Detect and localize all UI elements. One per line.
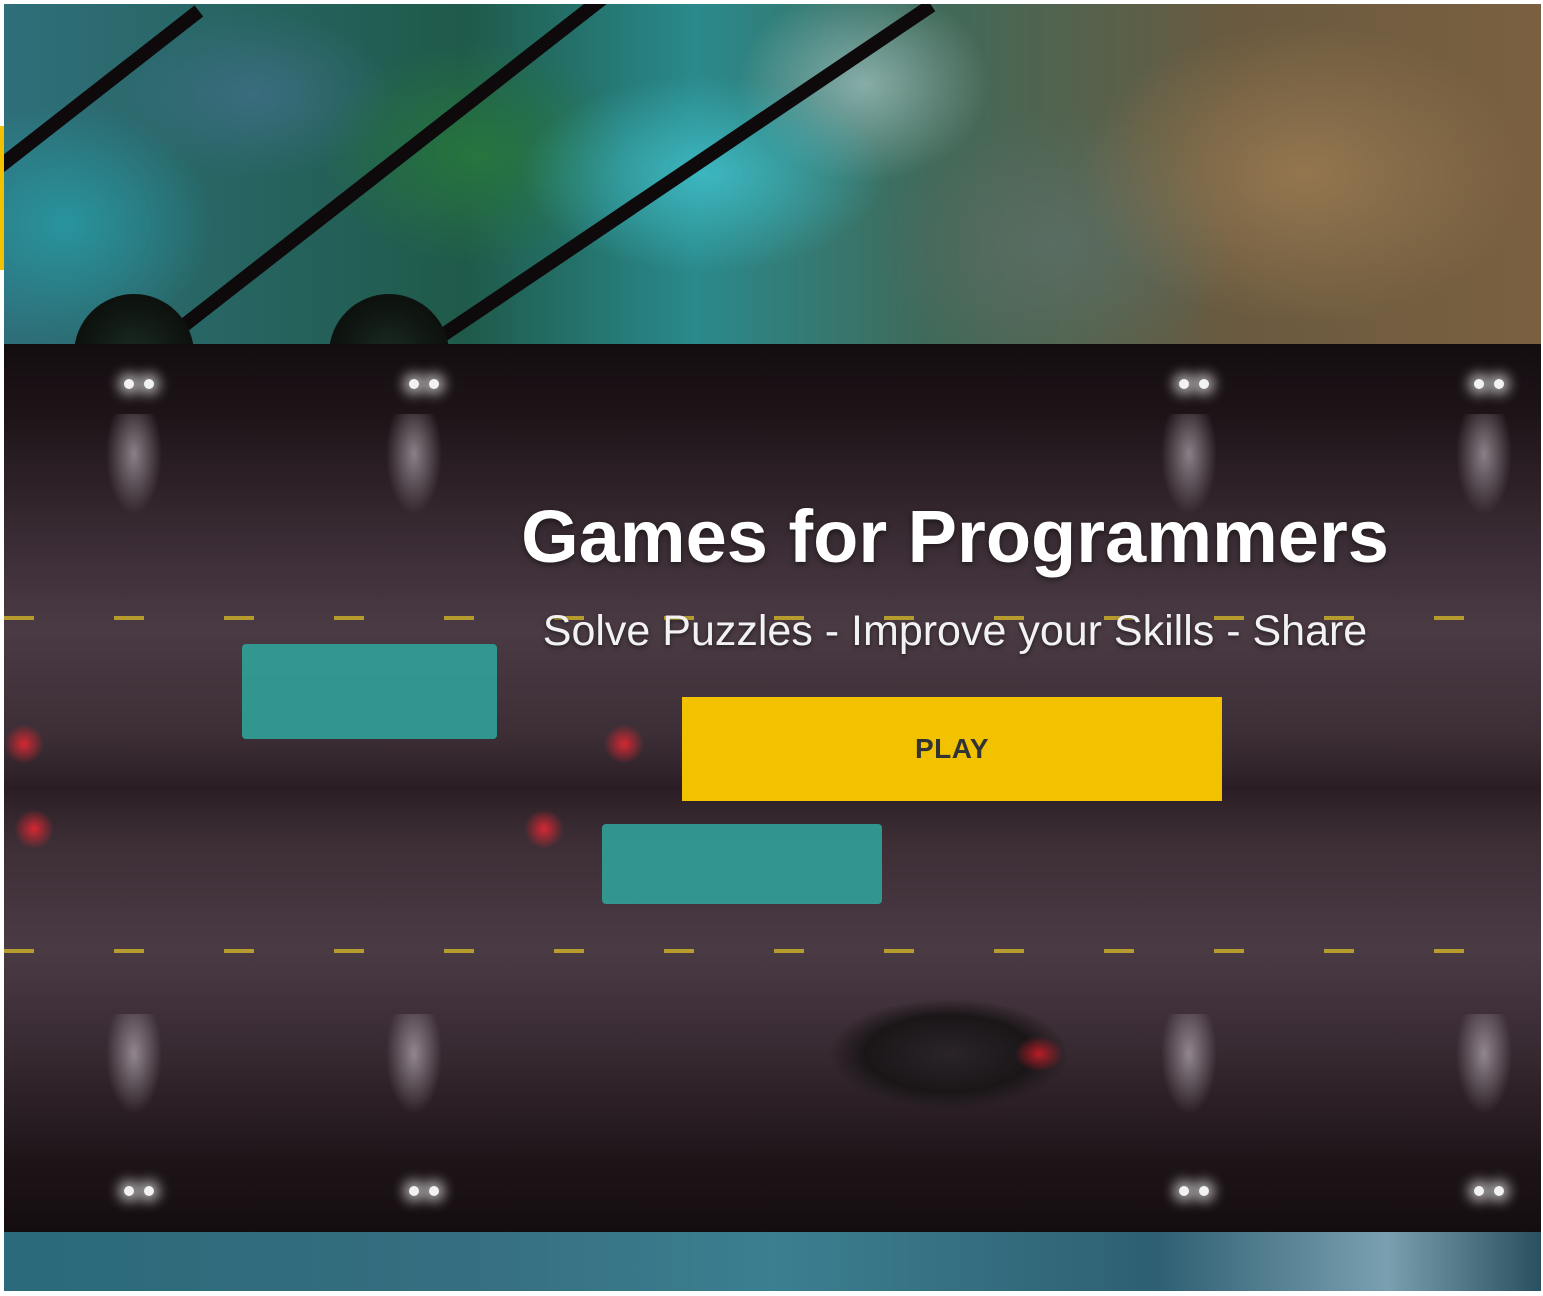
street-lamp-glow <box>99 414 169 564</box>
motorcycle-sprite <box>799 989 1079 1119</box>
street-lamp-glow <box>1154 1014 1224 1164</box>
light-dot <box>1474 1186 1484 1196</box>
background-aerial-bottom <box>4 1232 1541 1291</box>
light-dot <box>1199 379 1209 389</box>
light-dot <box>409 1186 419 1196</box>
red-light-glow <box>4 724 44 764</box>
street-lamp-glow <box>1449 1014 1519 1164</box>
light-dot <box>1199 1186 1209 1196</box>
light-dot <box>429 1186 439 1196</box>
light-dot <box>1179 1186 1189 1196</box>
light-dot <box>144 1186 154 1196</box>
light-dot <box>144 379 154 389</box>
light-dot <box>1494 1186 1504 1196</box>
hero-subtitle: Solve Puzzles - Improve your Skills - Sh… <box>542 607 1368 655</box>
red-light-glow <box>14 809 54 849</box>
red-light-glow <box>524 809 564 849</box>
light-dot <box>429 379 439 389</box>
light-dot <box>1494 379 1504 389</box>
light-dot <box>409 379 419 389</box>
light-dot <box>124 379 134 389</box>
street-lamp-glow <box>379 414 449 564</box>
light-dot <box>1474 379 1484 389</box>
street-lamp-glow <box>1449 414 1519 564</box>
hero-title: Games for Programmers <box>521 495 1389 578</box>
light-dot <box>124 1186 134 1196</box>
teal-patch <box>602 824 882 904</box>
street-lamp-glow <box>99 1014 169 1164</box>
teal-patch <box>242 644 497 739</box>
light-dot <box>1179 379 1189 389</box>
play-button[interactable]: PLAY <box>682 697 1222 801</box>
red-light-glow <box>604 724 644 764</box>
lane-marking <box>4 949 1541 953</box>
street-lamp-glow <box>379 1014 449 1164</box>
